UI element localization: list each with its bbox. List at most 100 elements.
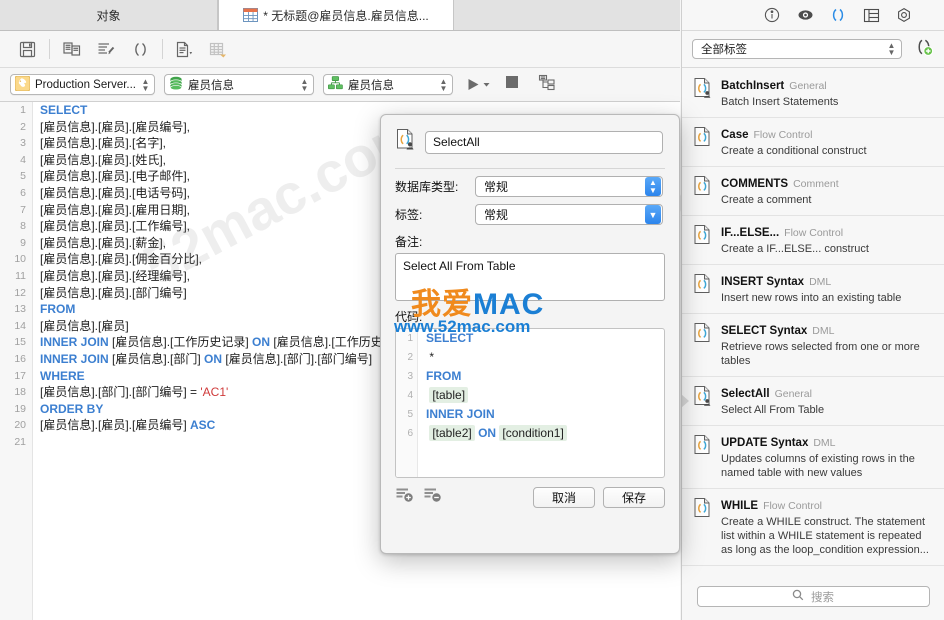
save-button[interactable]: 保存 (603, 486, 665, 508)
line-number: 12 (14, 286, 26, 299)
code-line[interactable]: INNER JOIN (426, 405, 664, 424)
tab-query-editor[interactable]: * 无标题@雇员信息.雇员信息... (218, 0, 454, 30)
chevron-down-icon[interactable]: ▼ (645, 205, 661, 224)
tag-label: 标签: (395, 208, 423, 222)
snippet-list-item[interactable]: COMMENTS Comment Create a comment (682, 167, 944, 216)
line-number: 5 (20, 170, 26, 183)
line-number: 7 (20, 203, 26, 216)
snippet-list-item[interactable]: SELECT Syntax DML Retrieve rows selected f… (682, 314, 944, 377)
line-number: 5 (407, 409, 413, 420)
code-snippet-button[interactable] (123, 34, 157, 64)
snippet-icon (693, 433, 713, 480)
stepper-updown-icon[interactable]: ▲ ▼ (645, 177, 661, 196)
cancel-label: 取消 (551, 490, 576, 505)
snippet-title: WHILE (721, 500, 759, 512)
line-number: 3 (407, 371, 413, 382)
notes-textarea[interactable]: Select All From Table 我爱MAC (395, 253, 665, 321)
snippet-list-item[interactable]: WHILE Flow Control Create a WHILE construc… (682, 489, 944, 566)
snippet-icon (693, 496, 713, 557)
explain-plan-button[interactable] (538, 74, 556, 96)
snippet-name-input[interactable]: SelectAll (425, 130, 663, 154)
line-number: 17 (14, 369, 26, 382)
tag-select[interactable]: 常规 ▼ (475, 204, 663, 225)
cancel-button[interactable]: 取消 (533, 486, 595, 508)
snippet-category: DML (813, 437, 836, 449)
snippet-description: Updates columns of existing rows in the … (721, 453, 915, 479)
chevron-updown-icon: ▲ ▼ (141, 76, 150, 93)
snippet-icon (693, 174, 713, 207)
snippet-description: Retrieve rows selected from one or more … (721, 341, 920, 367)
code-line[interactable]: [table] (426, 386, 664, 405)
line-number: 4 (20, 153, 26, 166)
eye-icon[interactable] (797, 7, 814, 24)
explain-button[interactable] (168, 34, 202, 64)
code-line[interactable]: SELECT (426, 329, 664, 348)
tag-value: 常规 (484, 208, 509, 222)
line-number: 15 (14, 336, 26, 349)
line-number: 11 (15, 269, 26, 282)
tab-objects-label: 对象 (96, 8, 121, 23)
line-number: 3 (20, 137, 26, 150)
toolbar-separator-2 (162, 39, 163, 59)
edit-query-button[interactable] (89, 34, 123, 64)
snippet-list[interactable]: BatchInsert General Batch Insert Statement… (682, 69, 944, 573)
add-snippet-icon[interactable] (912, 36, 934, 63)
tab-bar: 对象 * 无标题@雇员信息.雇员信息... (0, 0, 680, 31)
snippet-title: INSERT Syntax (721, 276, 805, 288)
snippet-list-item[interactable]: Case Flow Control Create a conditional con… (682, 118, 944, 167)
toolbar-separator-1 (49, 39, 50, 59)
line-number: 10 (14, 253, 26, 266)
hexagon-gear-icon[interactable] (896, 7, 913, 24)
chevron-down-icon (483, 83, 490, 87)
tab-objects[interactable]: 对象 (0, 0, 218, 30)
save-label: 保存 (621, 490, 646, 505)
chevron-updown-icon: ▲ ▼ (887, 41, 896, 57)
db-type-select[interactable]: 常规 ▲ ▼ (475, 176, 663, 197)
snippet-list-item[interactable]: SelectAll General Select All From Table (682, 377, 944, 426)
database-selector[interactable]: 雇员信息 ▲ ▼ (164, 74, 314, 95)
snippet-category: Flow Control (753, 129, 813, 141)
code-line[interactable]: [table2] ON [condition1] (426, 424, 664, 443)
schema-selector[interactable]: 雇员信息 ▲ ▼ (323, 74, 453, 95)
table-grid-icon[interactable] (863, 7, 880, 24)
remove-param-icon[interactable] (423, 486, 443, 508)
info-icon[interactable] (764, 7, 781, 24)
snippet-icon (693, 321, 713, 368)
snippet-code-editor[interactable]: 1 2 3 4 5 6 SELECT * FROM [table] INNER JOIN [t… (395, 328, 665, 478)
server-selector[interactable]: Production Server... ▲ ▼ (10, 74, 155, 95)
code-line[interactable]: * (426, 348, 664, 367)
line-number: 8 (20, 220, 26, 233)
search-input[interactable]: 搜索 (696, 586, 930, 607)
copy-button[interactable] (55, 34, 89, 64)
line-number: 21 (14, 435, 26, 448)
db-type-row: 数据库类型: 常规 ▲ ▼ (381, 169, 679, 197)
code-line[interactable]: FROM (426, 367, 664, 386)
run-button[interactable] (466, 77, 490, 92)
watermark-en: MAC (473, 288, 545, 321)
parentheses-icon[interactable] (830, 7, 847, 24)
snippet-icon (693, 272, 713, 305)
snippet-user-icon (693, 76, 713, 109)
snippet-list-item[interactable]: IF...ELSE... Flow Control Create a IF...EL… (682, 216, 944, 265)
snippet-list-item[interactable]: BatchInsert General Batch Insert Statement… (682, 69, 944, 118)
snippet-list-item[interactable]: INSERT Syntax DML Insert new rows into an … (682, 265, 944, 314)
db-type-label: 数据库类型: (395, 180, 459, 194)
dialog-code-area[interactable]: SELECT * FROM [table] INNER JOIN [table2] … (418, 329, 664, 443)
snippet-title: UPDATE Syntax (721, 437, 809, 449)
toolbar (0, 31, 680, 68)
tag-filter-select[interactable]: 全部标签 ▲ ▼ (692, 39, 902, 59)
save-button[interactable] (10, 34, 44, 64)
tab-bar-filler (454, 0, 680, 30)
notes-label: 备注: (395, 235, 423, 249)
snippet-category: Comment (793, 178, 839, 190)
line-number: 2 (407, 352, 413, 363)
notes-value: Select All From Table (403, 259, 516, 273)
stop-button[interactable] (505, 75, 519, 94)
snippet-list-item[interactable]: UPDATE Syntax DML Updates columns of exist… (682, 426, 944, 489)
add-param-icon[interactable] (395, 486, 415, 508)
snippet-description: Create a IF...ELSE... construct (721, 243, 869, 255)
export-table-button[interactable] (202, 34, 236, 64)
snippet-icon (693, 223, 713, 256)
snippet-description: Create a conditional construct (721, 145, 867, 157)
snippet-icon (693, 125, 713, 158)
